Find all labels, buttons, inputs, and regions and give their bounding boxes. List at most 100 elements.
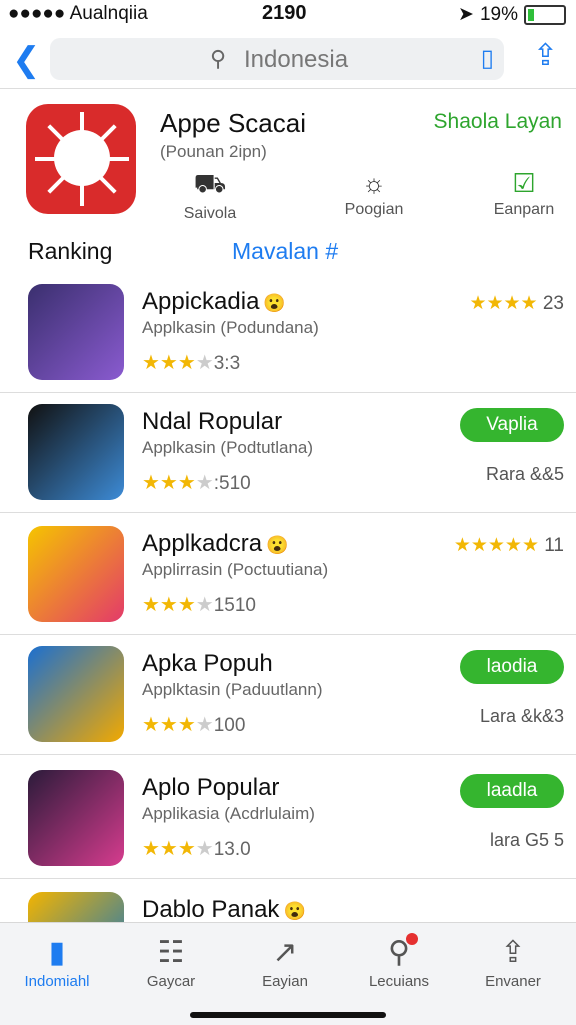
featured-title: Appe Scacai — [160, 108, 306, 138]
app-title: Ndal Ropular — [142, 408, 282, 436]
tab-eayian[interactable]: ↗ Eayian — [230, 933, 340, 990]
tab-gaycar[interactable]: ☷ Gaycar — [116, 933, 226, 990]
checkbox-icon: ☑ — [512, 168, 536, 198]
featured-app[interactable]: Appe Scacai (Pounan 2ipn) Shaola Layan ⛟… — [0, 104, 576, 254]
featured-options: ⛟ Saivola ☼ Poogian ☑ Eanparn — [150, 168, 570, 228]
app-meta: lara G5 5 — [489, 830, 564, 850]
emoji-icon: 😮 — [283, 901, 306, 921]
app-rating: ★★★★1510 — [142, 594, 257, 616]
app-title-text: Aplo Popular — [142, 774, 280, 801]
app-icon — [28, 526, 124, 622]
tab-label: Indomiahl — [24, 973, 90, 990]
option-label: Eanparn — [493, 201, 555, 218]
location-icon: ➤ — [458, 4, 474, 25]
app-title-text: Applkadcra — [142, 530, 263, 557]
get-button[interactable]: laadla — [460, 774, 564, 808]
battery-percent: 19% — [479, 3, 518, 25]
get-button[interactable]: laodia — [460, 650, 564, 684]
emoji-icon: 😮 — [263, 293, 286, 313]
status-bar: ●●●●● Aualnqiia 2190 ➤ 19% — [0, 0, 576, 30]
app-meta: Rara &&5 — [485, 464, 564, 484]
app-rating: ★★★★100 — [142, 714, 246, 736]
sun-icon: ☼ — [362, 168, 386, 198]
notification-badge — [406, 933, 418, 945]
trend-icon: ↗ — [272, 936, 298, 969]
app-title: Aplo Popular — [142, 774, 279, 802]
emoji-icon: 😮 — [266, 535, 289, 555]
app-subtitle: Applkasin (Podtutlana) — [142, 438, 314, 457]
status-right: ➤ 19% — [458, 3, 566, 26]
rating-value: 3:3 — [213, 353, 241, 374]
app-row[interactable]: Apka Popuh Applktasin (Paduutlann) ★★★★100… — [0, 634, 576, 755]
tab-indomiahl[interactable]: ▮ Indomiahl — [2, 933, 112, 990]
app-title-text: Ndal Ropular — [142, 408, 283, 435]
chat-icon: ☷ — [157, 936, 185, 969]
battery-icon — [524, 4, 566, 25]
tab-envaner[interactable]: ⇪ Envaner — [458, 933, 568, 990]
app-rating: ★★★★3:3 — [142, 352, 241, 374]
tab-label: Envaner — [485, 973, 541, 990]
car-icon: ⛟ — [193, 168, 227, 198]
star-icons: ★★★★★ — [453, 535, 539, 556]
rating-value: 100 — [213, 715, 246, 736]
featured-subtitle: (Pounan 2ipn) — [160, 142, 267, 161]
score-count: 23 — [542, 293, 564, 314]
star-icons: ★★★★ — [469, 293, 538, 314]
score-count: 11 — [544, 535, 564, 556]
search-text: Indonesia — [244, 46, 349, 73]
home-indicator — [190, 1012, 386, 1018]
app-row[interactable]: Applkadcra 😮 Applirrasin (Poctuutiana) ★★★★… — [0, 514, 576, 635]
search-field[interactable]: ⚲ Indonesia ▯ — [50, 38, 504, 80]
share-icon: ⇪ — [500, 936, 526, 969]
app-icon — [28, 646, 124, 742]
tab-label: Gaycar — [146, 973, 196, 990]
back-button[interactable]: ❮ — [12, 40, 41, 80]
option-label: Saivola — [183, 205, 237, 222]
app-row[interactable]: Appickadia 😮 Applkasin (Podundana) ★★★★3:3 ★… — [0, 272, 576, 393]
app-row[interactable]: Aplo Popular Applikasia (Acdrlulaim) ★★★★1… — [0, 758, 576, 879]
app-subtitle: Applikasia (Acdrlulaim) — [142, 804, 315, 823]
app-title-text: Appickadia — [142, 288, 260, 315]
option-poogian[interactable]: ☼ Poogian — [314, 168, 434, 219]
app-subtitle: Applktasin (Paduutlann) — [142, 680, 323, 699]
app-rating: ★★★★:510 — [142, 472, 251, 494]
tab-label: Eayian — [262, 973, 308, 990]
search-icon: ⚲ — [388, 936, 410, 969]
rating-value: :510 — [213, 473, 251, 494]
app-rating: ★★★★13.0 — [142, 838, 251, 860]
option-eanparn[interactable]: ☑ Eanparn — [464, 168, 576, 219]
app-score: ★★★★★ 11 — [454, 534, 564, 557]
app-icon — [28, 770, 124, 866]
app-title-text: Dablo Panak — [142, 896, 280, 923]
app-subtitle: Applirrasin (Poctuutiana) — [142, 560, 329, 579]
search-icon: ⚲ — [210, 46, 227, 71]
ranking-header: Ranking — [28, 238, 113, 264]
app-score: ★★★★ 23 — [469, 292, 564, 315]
app-icon — [28, 284, 124, 380]
ranking-link[interactable]: Mavalan # — [232, 238, 338, 265]
share-button[interactable]: ⇪ — [533, 38, 558, 73]
app-title: Dablo Panak 😮 — [142, 896, 306, 924]
carrier-label: ●●●●● Aualnqiia — [8, 3, 148, 24]
get-button[interactable]: Vaplia — [460, 408, 564, 442]
nav-bar: ❮ ⚲ Indonesia ▯ ⇪ — [0, 34, 576, 89]
app-title: Apka Popuh — [142, 650, 273, 678]
rating-value: 1510 — [213, 595, 257, 616]
tab-label: Lecuians — [368, 973, 430, 990]
app-title: Appickadia 😮 — [142, 288, 286, 316]
featured-app-icon — [26, 104, 136, 214]
app-icon — [28, 404, 124, 500]
app-title: Applkadcra 😮 — [142, 530, 289, 558]
option-label: Poogian — [344, 201, 404, 218]
home-icon: ▮ — [48, 936, 66, 969]
battery-fill — [528, 8, 534, 21]
bookmark-icon[interactable]: ▯ — [481, 44, 494, 73]
option-saivola[interactable]: ⛟ Saivola — [150, 168, 270, 223]
rating-value: 13.0 — [213, 839, 251, 860]
app-title-text: Apka Popuh — [142, 650, 273, 677]
app-row[interactable]: Ndal Ropular Applkasin (Podtutlana) ★★★★:5… — [0, 392, 576, 513]
app-meta: Lara &k&3 — [479, 706, 564, 726]
featured-link[interactable]: Shaola Layan — [434, 110, 562, 134]
app-subtitle: Applkasin (Podundana) — [142, 318, 319, 337]
tab-lecuians[interactable]: ⚲ Lecuians — [344, 933, 454, 990]
